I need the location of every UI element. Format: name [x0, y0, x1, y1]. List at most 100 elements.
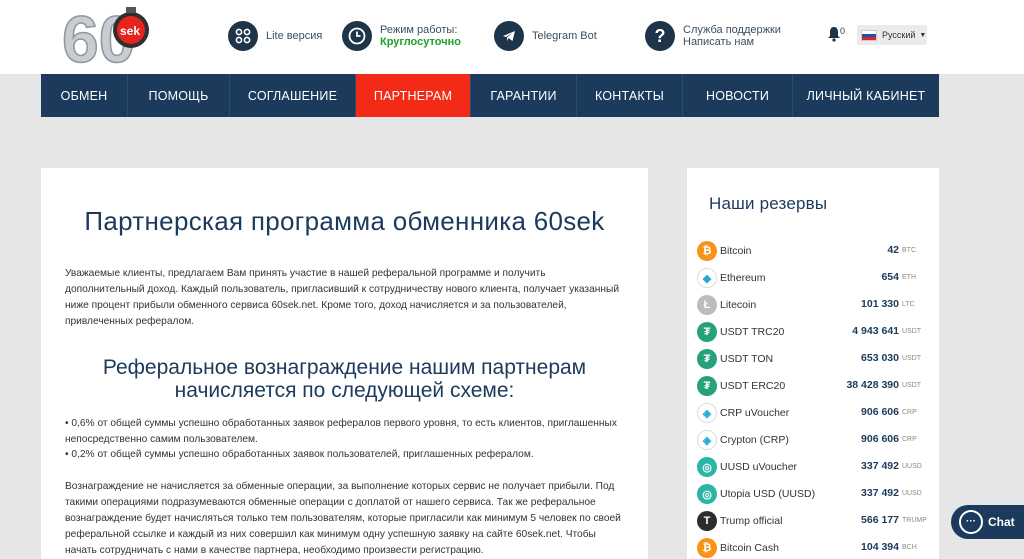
reserve-currency-code: USDT	[902, 328, 922, 335]
language-label: Русский	[882, 30, 916, 40]
reserve-row: ₿ Bitcoin 42 BTC	[697, 241, 929, 263]
reserve-currency-name: Bitcoin	[720, 245, 752, 257]
grid-icon	[228, 21, 258, 51]
reserve-row: ◈ Crypton (CRP) 906 606 CRP	[697, 430, 929, 452]
utopia-icon: ◎	[697, 457, 717, 477]
reserve-row: ◆ Ethereum 654 ETH	[697, 268, 929, 290]
nav-news[interactable]: НОВОСТИ	[683, 74, 793, 117]
chat-label: Chat	[988, 515, 1015, 529]
reserve-amount: 906 606	[861, 433, 899, 445]
telegram-bot-label: Telegram Bot	[532, 30, 597, 42]
section-subtitle: Реферальное вознаграждение нашим партнер…	[102, 356, 587, 402]
reserve-currency-code: UUSD	[902, 490, 922, 497]
lite-version-link[interactable]: Lite версия	[228, 20, 322, 52]
reserve-amount: 653 030	[861, 352, 899, 364]
reserve-currency-code: TRUMP	[902, 517, 927, 524]
reserve-currency-name: Trump official	[720, 515, 783, 527]
reserve-currency-code: UUSD	[902, 463, 922, 470]
support-label: Служба поддержки	[683, 24, 781, 36]
header: 60 sek Lite версия Режим работы: Круглос…	[0, 0, 1024, 77]
reserve-currency-code: CRP	[902, 436, 917, 443]
reserve-amount: 101 330	[861, 298, 899, 310]
partner-program-panel: Партнерская программа обменника 60sek Ув…	[41, 168, 648, 559]
reserve-row: T Trump official 566 177 TRUMP	[697, 511, 929, 533]
reserve-row: ◈ CRP uVoucher 906 606 CRP	[697, 403, 929, 425]
reserve-amount: 566 177	[861, 514, 899, 526]
russian-flag-icon	[861, 29, 877, 41]
utopia-icon: ◎	[697, 484, 717, 504]
crypton-icon: ◈	[697, 430, 717, 450]
crypton-icon: ◈	[697, 403, 717, 423]
reserve-currency-name: Crypton (CRP)	[720, 434, 789, 446]
nav-account[interactable]: ЛИЧНЫЙ КАБИНЕТ	[793, 74, 939, 117]
nav-agreement[interactable]: СОГЛАШЕНИЕ	[230, 74, 356, 117]
bullet-second-level: • 0,2% от общей суммы успешно обработанн…	[65, 449, 534, 460]
site-logo[interactable]: 60 sek	[61, 1, 162, 77]
reserve-currency-code: ETH	[902, 274, 916, 281]
nav-help[interactable]: ПОМОЩЬ	[128, 74, 230, 117]
ethereum-icon: ◆	[697, 268, 717, 288]
clock-icon	[342, 21, 372, 51]
tether-icon: ₮	[697, 322, 717, 342]
nav-exchange[interactable]: ОБМЕН	[41, 74, 128, 117]
reserves-panel: Наши резервы ₿ Bitcoin 42 BTC ◆ Ethereum 654 ET…	[687, 168, 939, 559]
nav-guarantees[interactable]: ГАРАНТИИ	[471, 74, 577, 117]
main-nav: ОБМЕН ПОМОЩЬ СОГЛАШЕНИЕ ПАРТНЕРАМ ГАРАНТ…	[41, 74, 939, 117]
tether-icon: ₮	[697, 376, 717, 396]
reserve-currency-name: Ethereum	[720, 272, 766, 284]
reserve-amount: 4 943 641	[852, 325, 899, 337]
reserve-row: ₮ USDT ERC20 38 428 390 USDT	[697, 376, 929, 398]
litecoin-icon: Ł	[697, 295, 717, 315]
reserve-currency-name: USDT TRC20	[720, 326, 785, 338]
chevron-down-icon: ▼	[919, 31, 927, 39]
work-hours-label: Режим работы:	[380, 24, 458, 36]
bitcoin-cash-icon: ₿	[697, 538, 717, 558]
telegram-icon	[494, 21, 524, 51]
reserve-row: ◎ UUSD uVoucher 337 492 UUSD	[697, 457, 929, 479]
notification-count: 0	[840, 26, 846, 36]
reserve-currency-code: CRP	[902, 409, 917, 416]
reserve-currency-code: BTC	[902, 247, 916, 254]
telegram-bot-link[interactable]: Telegram Bot	[494, 20, 597, 52]
reserve-amount: 337 492	[861, 460, 899, 472]
reserve-amount: 42	[887, 244, 899, 256]
work-hours: Режим работы: Круглосуточно	[342, 20, 461, 52]
lite-version-label: Lite версия	[266, 30, 323, 42]
reserve-currency-code: BCH	[902, 544, 917, 551]
reserve-currency-name: USDT ERC20	[720, 380, 786, 392]
conditions-paragraph: Вознаграждение не начисляется за обменны…	[65, 481, 621, 556]
reserve-currency-name: Utopia USD (UUSD)	[720, 488, 816, 500]
reserve-amount: 337 492	[861, 487, 899, 499]
work-hours-value: Круглосуточно	[380, 36, 461, 48]
intro-paragraph: Уважаемые клиенты, предлагаем Вам принят…	[65, 268, 620, 327]
reserve-row: Ł Litecoin 101 330 LTC	[697, 295, 929, 317]
reserve-currency-name: UUSD uVoucher	[720, 461, 798, 473]
trump-icon: T	[697, 511, 717, 531]
chat-button[interactable]: ··· Chat	[951, 505, 1024, 539]
reserve-row: ₿ Bitcoin Cash 104 394 BCH	[697, 538, 929, 559]
reserve-amount: 906 606	[861, 406, 899, 418]
chat-bubble-icon: ···	[959, 510, 983, 534]
nav-contacts[interactable]: КОНТАКТЫ	[577, 74, 683, 117]
reserve-amount: 654	[881, 271, 899, 283]
reserve-amount: 38 428 390	[846, 379, 899, 391]
nav-partners[interactable]: ПАРТНЕРАМ	[356, 74, 471, 117]
reserve-amount: 104 394	[861, 541, 899, 553]
reserve-currency-code: USDT	[902, 382, 922, 389]
language-select[interactable]: Русский ▼	[857, 25, 927, 45]
reserve-currency-code: USDT	[902, 355, 922, 362]
reserve-row: ◎ Utopia USD (UUSD) 337 492 UUSD	[697, 484, 929, 506]
svg-text:sek: sek	[120, 24, 140, 38]
question-icon: ?	[645, 21, 675, 51]
bullet-first-level: • 0,6% от общей суммы успешно обработанн…	[65, 418, 617, 445]
tether-icon: ₮	[697, 349, 717, 369]
support-write-label: Написать нам	[683, 36, 755, 48]
reserves-title: Наши резервы	[709, 194, 828, 213]
reserve-currency-name: CRP uVoucher	[720, 407, 790, 419]
bitcoin-icon: ₿	[697, 241, 717, 261]
support-link[interactable]: ? Служба поддержки Написать нам	[645, 20, 781, 52]
page-title: Партнерская программа обменника 60sek	[84, 206, 605, 236]
reserve-currency-name: USDT TON	[720, 353, 774, 365]
reserve-currency-name: Bitcoin Cash	[720, 542, 779, 554]
reserve-currency-code: LTC	[902, 301, 915, 308]
